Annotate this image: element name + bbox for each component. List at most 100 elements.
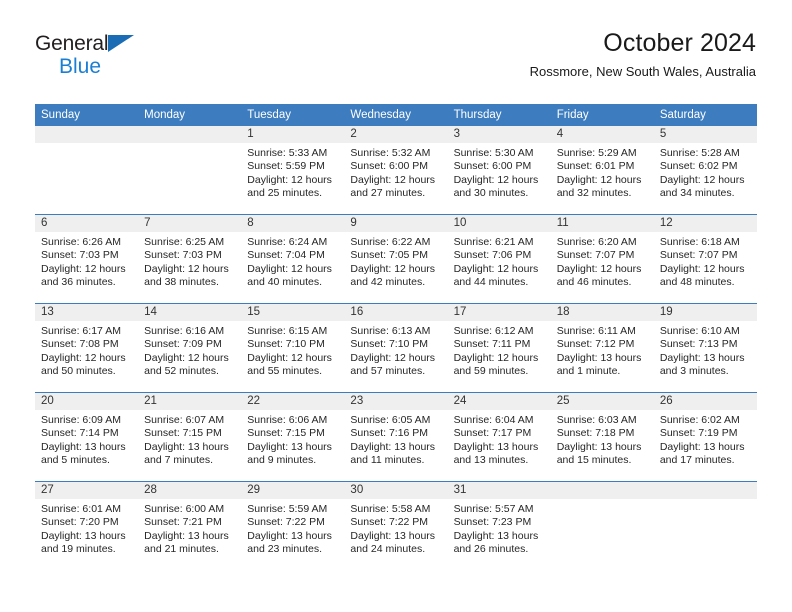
calendar-day-cell[interactable]: 27 Sunrise: 6:01 AM Sunset: 7:20 PM Dayligh…: [35, 481, 139, 570]
title-block: October 2024 Rossmore, New South Wales, …: [530, 28, 756, 81]
calendar-day-cell[interactable]: 31 Sunrise: 5:57 AM Sunset: 7:23 PM Dayligh…: [447, 481, 551, 570]
calendar-day-cell[interactable]: 20 Sunrise: 6:09 AM Sunset: 7:14 PM Dayligh…: [35, 392, 139, 482]
day-cell-inner: 16 Sunrise: 6:13 AM Sunset: 7:10 PM Dayligh…: [344, 304, 448, 392]
sunrise-time: Sunrise: 6:11 AM: [556, 325, 636, 337]
daylight-duration: Daylight: 13 hours and 24 minutes.: [350, 529, 436, 556]
sunset-time: Sunset: 7:03 PM: [144, 249, 222, 262]
sunset-time: Sunset: 7:04 PM: [247, 249, 325, 262]
daylight-duration: Daylight: 12 hours and 25 minutes.: [247, 173, 332, 200]
calendar-day-cell[interactable]: 14 Sunrise: 6:16 AM Sunset: 7:09 PM Dayligh…: [138, 303, 242, 393]
calendar-day-cell[interactable]: 26 Sunrise: 6:02 AM Sunset: 7:19 PM Dayligh…: [653, 392, 757, 482]
calendar-day-cell[interactable]: 18 Sunrise: 6:11 AM Sunset: 7:12 PM Dayligh…: [550, 303, 654, 393]
calendar-day-cell[interactable]: 13 Sunrise: 6:17 AM Sunset: 7:08 PM Dayligh…: [35, 303, 139, 393]
sunset-time: Sunset: 7:07 PM: [659, 249, 738, 262]
day-number: [138, 126, 242, 143]
day-details: Sunrise: 5:59 AM Sunset: 7:22 PM Daylight:…: [241, 499, 344, 557]
day-cell-inner: 28 Sunrise: 6:00 AM Sunset: 7:21 PM Dayligh…: [138, 482, 242, 570]
day-details: Sunrise: 5:57 AM Sunset: 7:23 PM Daylight:…: [448, 499, 551, 557]
calendar-day-cell[interactable]: 15 Sunrise: 6:15 AM Sunset: 7:10 PM Dayligh…: [241, 303, 345, 393]
calendar-day-cell[interactable]: 16 Sunrise: 6:13 AM Sunset: 7:10 PM Dayligh…: [344, 303, 448, 393]
sunset-time: Sunset: 7:15 PM: [247, 427, 325, 440]
calendar-day-cell[interactable]: 11 Sunrise: 6:20 AM Sunset: 7:07 PM Dayligh…: [550, 214, 654, 304]
sunset-time: Sunset: 7:23 PM: [453, 516, 532, 529]
day-cell-inner: 18 Sunrise: 6:11 AM Sunset: 7:12 PM Dayligh…: [550, 304, 654, 392]
day-details: [138, 143, 241, 147]
calendar-week-row: 27 Sunrise: 6:01 AM Sunset: 7:20 PM Dayligh…: [35, 481, 757, 570]
calendar-day-cell[interactable]: 23 Sunrise: 6:05 AM Sunset: 7:16 PM Dayligh…: [344, 392, 448, 482]
calendar-day-cell[interactable]: 24 Sunrise: 6:04 AM Sunset: 7:17 PM Dayligh…: [447, 392, 551, 482]
blue-triangle-icon: [108, 35, 135, 52]
calendar-day-cell[interactable]: 21 Sunrise: 6:07 AM Sunset: 7:15 PM Dayligh…: [138, 392, 242, 482]
day-details: Sunrise: 5:58 AM Sunset: 7:22 PM Daylight:…: [344, 499, 447, 557]
calendar-day-cell[interactable]: 3 Sunrise: 5:30 AM Sunset: 6:00 PM Daylight…: [447, 126, 551, 215]
day-number: 2: [344, 126, 448, 143]
day-number: 23: [344, 393, 448, 410]
sunset-time: Sunset: 7:19 PM: [659, 427, 738, 440]
day-details: Sunrise: 6:15 AM Sunset: 7:10 PM Daylight:…: [241, 321, 344, 379]
calendar-day-cell[interactable]: 28 Sunrise: 6:00 AM Sunset: 7:21 PM Dayligh…: [138, 481, 242, 570]
daylight-duration: Daylight: 13 hours and 23 minutes.: [247, 529, 332, 556]
generalblue-logo[interactable]: General Blue: [35, 33, 135, 78]
day-cell-inner: 29 Sunrise: 5:59 AM Sunset: 7:22 PM Dayligh…: [241, 482, 345, 570]
calendar-day-cell[interactable]: 4 Sunrise: 5:29 AM Sunset: 6:01 PM Daylight…: [550, 126, 654, 215]
day-cell-inner: 21 Sunrise: 6:07 AM Sunset: 7:15 PM Dayligh…: [138, 393, 242, 481]
calendar-day-cell[interactable]: 5 Sunrise: 5:28 AM Sunset: 6:02 PM Daylight…: [653, 126, 757, 215]
sunset-time: Sunset: 7:16 PM: [350, 427, 429, 440]
day-details: [654, 499, 757, 503]
calendar-day-cell[interactable]: 7 Sunrise: 6:25 AM Sunset: 7:03 PM Daylight…: [138, 214, 242, 304]
sunset-time: Sunset: 7:06 PM: [453, 249, 532, 262]
calendar-day-cell[interactable]: 10 Sunrise: 6:21 AM Sunset: 7:06 PM Dayligh…: [447, 214, 551, 304]
calendar-day-cell[interactable]: 9 Sunrise: 6:22 AM Sunset: 7:05 PM Daylight…: [344, 214, 448, 304]
day-number: 3: [447, 126, 551, 143]
sunrise-time: Sunrise: 6:16 AM: [144, 325, 225, 337]
calendar-day-cell[interactable]: 17 Sunrise: 6:12 AM Sunset: 7:11 PM Dayligh…: [447, 303, 551, 393]
day-cell-inner: 5 Sunrise: 5:28 AM Sunset: 6:02 PM Daylight…: [653, 126, 757, 214]
calendar-day-cell[interactable]: 29 Sunrise: 5:59 AM Sunset: 7:22 PM Dayligh…: [241, 481, 345, 570]
day-details: Sunrise: 6:25 AM Sunset: 7:03 PM Daylight:…: [138, 232, 241, 290]
day-details: Sunrise: 6:13 AM Sunset: 7:10 PM Daylight:…: [344, 321, 447, 379]
day-number: 1: [241, 126, 345, 143]
weekday-header-wednesday: Wednesday: [344, 104, 448, 126]
day-number: [35, 126, 139, 143]
day-details: Sunrise: 6:16 AM Sunset: 7:09 PM Daylight:…: [138, 321, 241, 379]
day-cell-inner: [35, 126, 139, 214]
day-number: 19: [653, 304, 757, 321]
day-details: Sunrise: 5:28 AM Sunset: 6:02 PM Daylight:…: [654, 143, 757, 201]
sunrise-time: Sunrise: 6:25 AM: [144, 236, 225, 248]
day-cell-inner: 14 Sunrise: 6:16 AM Sunset: 7:09 PM Dayligh…: [138, 304, 242, 392]
day-number: 31: [447, 482, 551, 499]
calendar-day-cell[interactable]: 2 Sunrise: 5:32 AM Sunset: 6:00 PM Daylight…: [344, 126, 448, 215]
day-number: 21: [138, 393, 242, 410]
sunrise-time: Sunrise: 6:06 AM: [247, 414, 328, 426]
sunset-time: Sunset: 6:00 PM: [453, 160, 532, 173]
calendar-day-cell[interactable]: 25 Sunrise: 6:03 AM Sunset: 7:18 PM Dayligh…: [550, 392, 654, 482]
day-details: Sunrise: 6:17 AM Sunset: 7:08 PM Daylight:…: [35, 321, 138, 379]
calendar-day-cell[interactable]: 1 Sunrise: 5:33 AM Sunset: 5:59 PM Daylight…: [241, 126, 345, 215]
day-cell-inner: 8 Sunrise: 6:24 AM Sunset: 7:04 PM Daylight…: [241, 215, 345, 303]
day-number: 4: [550, 126, 654, 143]
day-cell-inner: [138, 126, 242, 214]
day-details: Sunrise: 6:20 AM Sunset: 7:07 PM Daylight:…: [551, 232, 654, 290]
day-details: Sunrise: 6:00 AM Sunset: 7:21 PM Daylight:…: [138, 499, 241, 557]
day-number: 6: [35, 215, 139, 232]
day-details: Sunrise: 6:06 AM Sunset: 7:15 PM Daylight:…: [241, 410, 344, 468]
calendar-day-cell[interactable]: 30 Sunrise: 5:58 AM Sunset: 7:22 PM Dayligh…: [344, 481, 448, 570]
weekday-header-row: Sunday Monday Tuesday Wednesday Thursday Frid…: [35, 104, 757, 126]
day-number: 28: [138, 482, 242, 499]
daylight-duration: Daylight: 13 hours and 1 minute.: [556, 351, 642, 378]
logo-text-blue: Blue: [59, 55, 102, 78]
calendar-day-cell[interactable]: 19 Sunrise: 6:10 AM Sunset: 7:13 PM Dayligh…: [653, 303, 757, 393]
day-cell-inner: 27 Sunrise: 6:01 AM Sunset: 7:20 PM Dayligh…: [35, 482, 139, 570]
calendar-day-cell[interactable]: 22 Sunrise: 6:06 AM Sunset: 7:15 PM Dayligh…: [241, 392, 345, 482]
sunrise-time: Sunrise: 5:28 AM: [659, 147, 740, 159]
sunrise-time: Sunrise: 6:20 AM: [556, 236, 637, 248]
calendar-day-cell[interactable]: 6 Sunrise: 6:26 AM Sunset: 7:03 PM Daylight…: [35, 214, 139, 304]
daylight-duration: Daylight: 12 hours and 30 minutes.: [453, 173, 539, 200]
day-cell-inner: 13 Sunrise: 6:17 AM Sunset: 7:08 PM Dayligh…: [35, 304, 139, 392]
daylight-duration: Daylight: 12 hours and 34 minutes.: [659, 173, 745, 200]
sunrise-time: Sunrise: 6:22 AM: [350, 236, 431, 248]
calendar-day-cell[interactable]: 8 Sunrise: 6:24 AM Sunset: 7:04 PM Daylight…: [241, 214, 345, 304]
calendar-day-cell[interactable]: 12 Sunrise: 6:18 AM Sunset: 7:07 PM Dayligh…: [653, 214, 757, 304]
calendar-day-cell-empty: [35, 126, 139, 215]
daylight-duration: Daylight: 13 hours and 26 minutes.: [453, 529, 539, 556]
